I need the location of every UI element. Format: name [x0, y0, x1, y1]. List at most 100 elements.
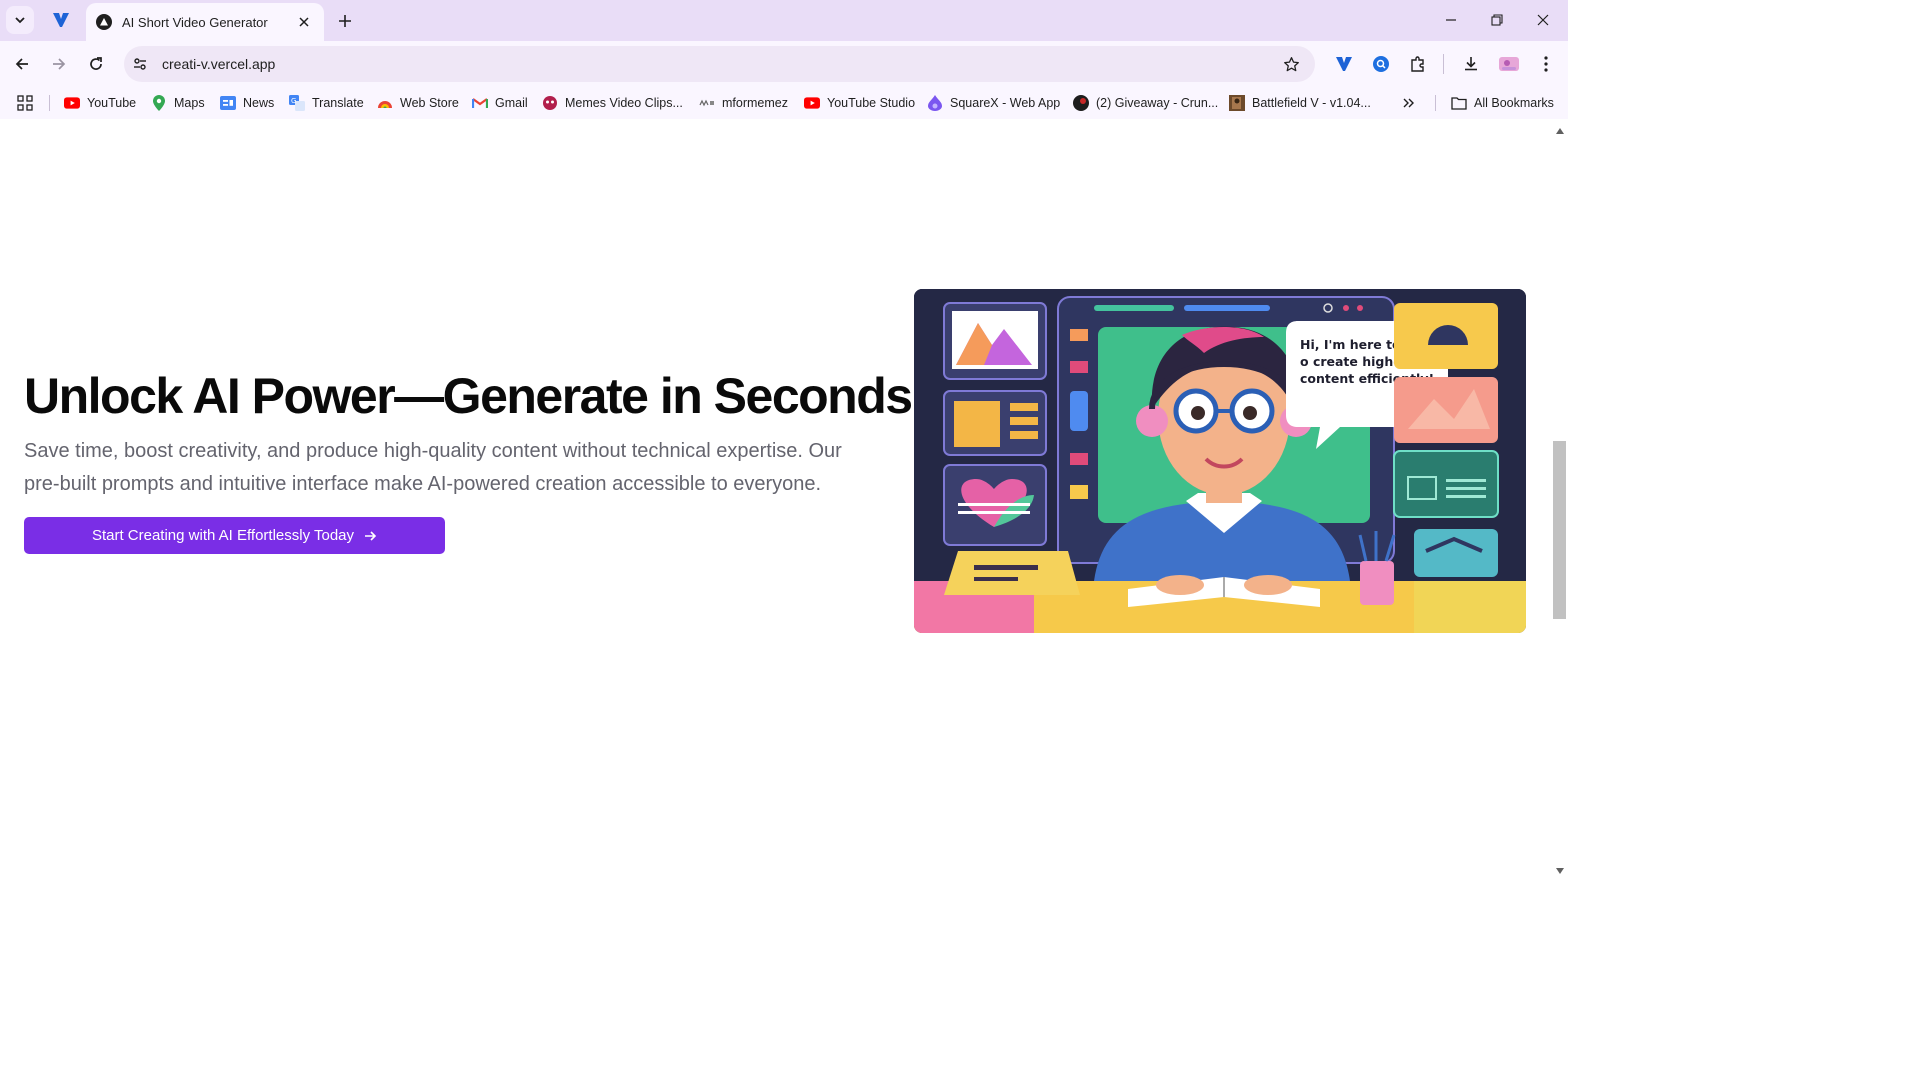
downloads-button[interactable]	[1457, 50, 1485, 78]
bookmark-label: Battlefield V - v1.04...	[1252, 96, 1371, 110]
bookmark-label: YouTube	[87, 96, 137, 110]
vercel-favicon-icon	[96, 14, 112, 30]
youtube-studio-icon	[804, 95, 820, 111]
bookmark-squarex[interactable]: SquareX - Web App	[927, 93, 1060, 113]
cta-label: Start Creating with AI Effortlessly Toda…	[91, 527, 355, 544]
scroll-down-button[interactable]	[1551, 864, 1568, 878]
download-icon	[1465, 57, 1477, 71]
bookmark-giveaway[interactable]: (2) Giveaway - Crun...	[1073, 93, 1218, 113]
all-bookmarks-label: All Bookmarks	[1474, 96, 1554, 110]
hero-title: Unlock AI Power—Generate in Seconds	[24, 368, 913, 424]
bookmarks-overflow-button[interactable]	[1403, 93, 1415, 113]
v-logo-icon	[53, 13, 69, 27]
bookmark-label: Web Store	[400, 96, 459, 110]
bookmark-memes[interactable]: Memes Video Clips...	[542, 93, 683, 113]
bookmark-label: Memes Video Clips...	[565, 96, 683, 110]
triangle-down-icon	[1555, 868, 1564, 874]
close-window-button[interactable]	[1520, 0, 1566, 40]
news-icon	[220, 95, 236, 111]
chevron-down-icon	[15, 17, 25, 24]
bookmark-news[interactable]: News	[220, 93, 274, 113]
gmail-icon	[472, 95, 488, 111]
page-viewport: Unlock AI Power—Generate in Seconds Save…	[0, 119, 1551, 882]
bookmark-battlefield[interactable]: Battlefield V - v1.04...	[1229, 93, 1371, 113]
bookmark-gmail[interactable]: Gmail	[472, 93, 528, 113]
tab-close-button[interactable]	[294, 12, 314, 32]
arrow-right-icon	[53, 58, 66, 70]
svg-text:G: G	[291, 97, 296, 105]
all-bookmarks-button[interactable]: All Bookmarks	[1451, 93, 1554, 113]
apps-grid-icon	[17, 95, 33, 111]
profile-button[interactable]	[1495, 50, 1523, 78]
bookmark-mformemez[interactable]: mformemez	[699, 93, 788, 113]
extension-v-button[interactable]	[1330, 50, 1358, 78]
pinned-tab[interactable]	[46, 6, 76, 34]
back-button[interactable]	[8, 50, 36, 78]
v-logo-icon	[1336, 57, 1352, 71]
plus-icon	[339, 15, 351, 27]
scroll-up-button[interactable]	[1551, 124, 1568, 138]
battlefield-icon	[1229, 95, 1245, 111]
bookmark-star-button[interactable]	[1277, 50, 1305, 78]
restore-icon	[1491, 14, 1503, 26]
bookmarks-divider	[49, 95, 50, 111]
star-icon	[1283, 56, 1299, 71]
bookmark-label: SquareX - Web App	[950, 96, 1061, 110]
double-chevron-right-icon	[1403, 98, 1414, 108]
url-text[interactable]: creati-v.vercel.app	[162, 56, 1277, 72]
toolbar-divider	[1443, 54, 1444, 74]
puzzle-icon	[1411, 56, 1424, 72]
start-creating-button[interactable]: Start Creating with AI Effortlessly Toda…	[24, 517, 445, 554]
bookmarks-divider	[1435, 95, 1436, 111]
bookmark-web-store[interactable]: Web Store	[377, 93, 459, 113]
webstore-icon	[377, 95, 393, 111]
reload-icon	[90, 57, 102, 70]
ai-assistant-illustration: Hi, I'm here to help you o create high-q…	[914, 289, 1526, 633]
site-info-button[interactable]	[126, 50, 154, 78]
folder-icon	[1451, 95, 1467, 111]
restore-button[interactable]	[1474, 0, 1520, 40]
minimize-icon	[1446, 19, 1456, 21]
memes-icon	[542, 95, 558, 111]
avatar-icon	[1499, 57, 1519, 71]
reload-button[interactable]	[82, 50, 110, 78]
extension-search-icon	[1373, 56, 1389, 72]
bookmark-youtube[interactable]: YouTube	[64, 93, 136, 113]
mformemez-icon	[699, 95, 715, 111]
translate-icon: G	[289, 95, 305, 111]
hero-description: Save time, boost creativity, and produce…	[24, 440, 842, 495]
giveaway-icon	[1073, 95, 1089, 111]
triangle-up-icon	[1555, 128, 1564, 134]
active-tab[interactable]: AI Short Video Generator	[86, 3, 324, 41]
extensions-button[interactable]	[1404, 50, 1432, 78]
bookmarks-bar: YouTube Maps News G Translate Web Store …	[0, 87, 1568, 119]
forward-button[interactable]	[45, 50, 73, 78]
new-tab-button[interactable]	[332, 8, 358, 34]
arrow-right-icon	[364, 530, 377, 542]
close-icon	[299, 17, 309, 27]
tune-icon	[134, 58, 146, 70]
bookmark-maps[interactable]: Maps	[151, 93, 205, 113]
arrow-left-icon	[15, 58, 28, 70]
bookmark-label: Maps	[174, 96, 205, 110]
more-vertical-icon	[1544, 56, 1548, 72]
hero-illustration: Hi, I'm here to help you o create high-q…	[914, 289, 1526, 633]
tab-strip: AI Short Video Generator	[0, 0, 1568, 41]
scroll-thumb[interactable]	[1553, 441, 1566, 619]
tab-search-button[interactable]	[6, 6, 34, 34]
maps-icon	[151, 95, 167, 111]
extension-search-button[interactable]	[1367, 50, 1395, 78]
minimize-button[interactable]	[1428, 0, 1474, 40]
browser-toolbar: creati-v.vercel.app	[0, 41, 1568, 87]
menu-button[interactable]	[1532, 50, 1560, 78]
bookmark-label: (2) Giveaway - Crun...	[1096, 96, 1219, 110]
apps-button[interactable]	[17, 93, 33, 113]
bookmark-label: Translate	[312, 96, 364, 110]
bookmark-label: News	[243, 96, 275, 110]
bookmark-youtube-studio[interactable]: YouTube Studio	[804, 93, 915, 113]
bookmark-translate[interactable]: G Translate	[289, 93, 364, 113]
bookmark-label: YouTube Studio	[827, 96, 916, 110]
address-bar[interactable]: creati-v.vercel.app	[124, 46, 1315, 82]
youtube-icon	[64, 95, 80, 111]
bookmark-label: mformemez	[722, 96, 788, 110]
